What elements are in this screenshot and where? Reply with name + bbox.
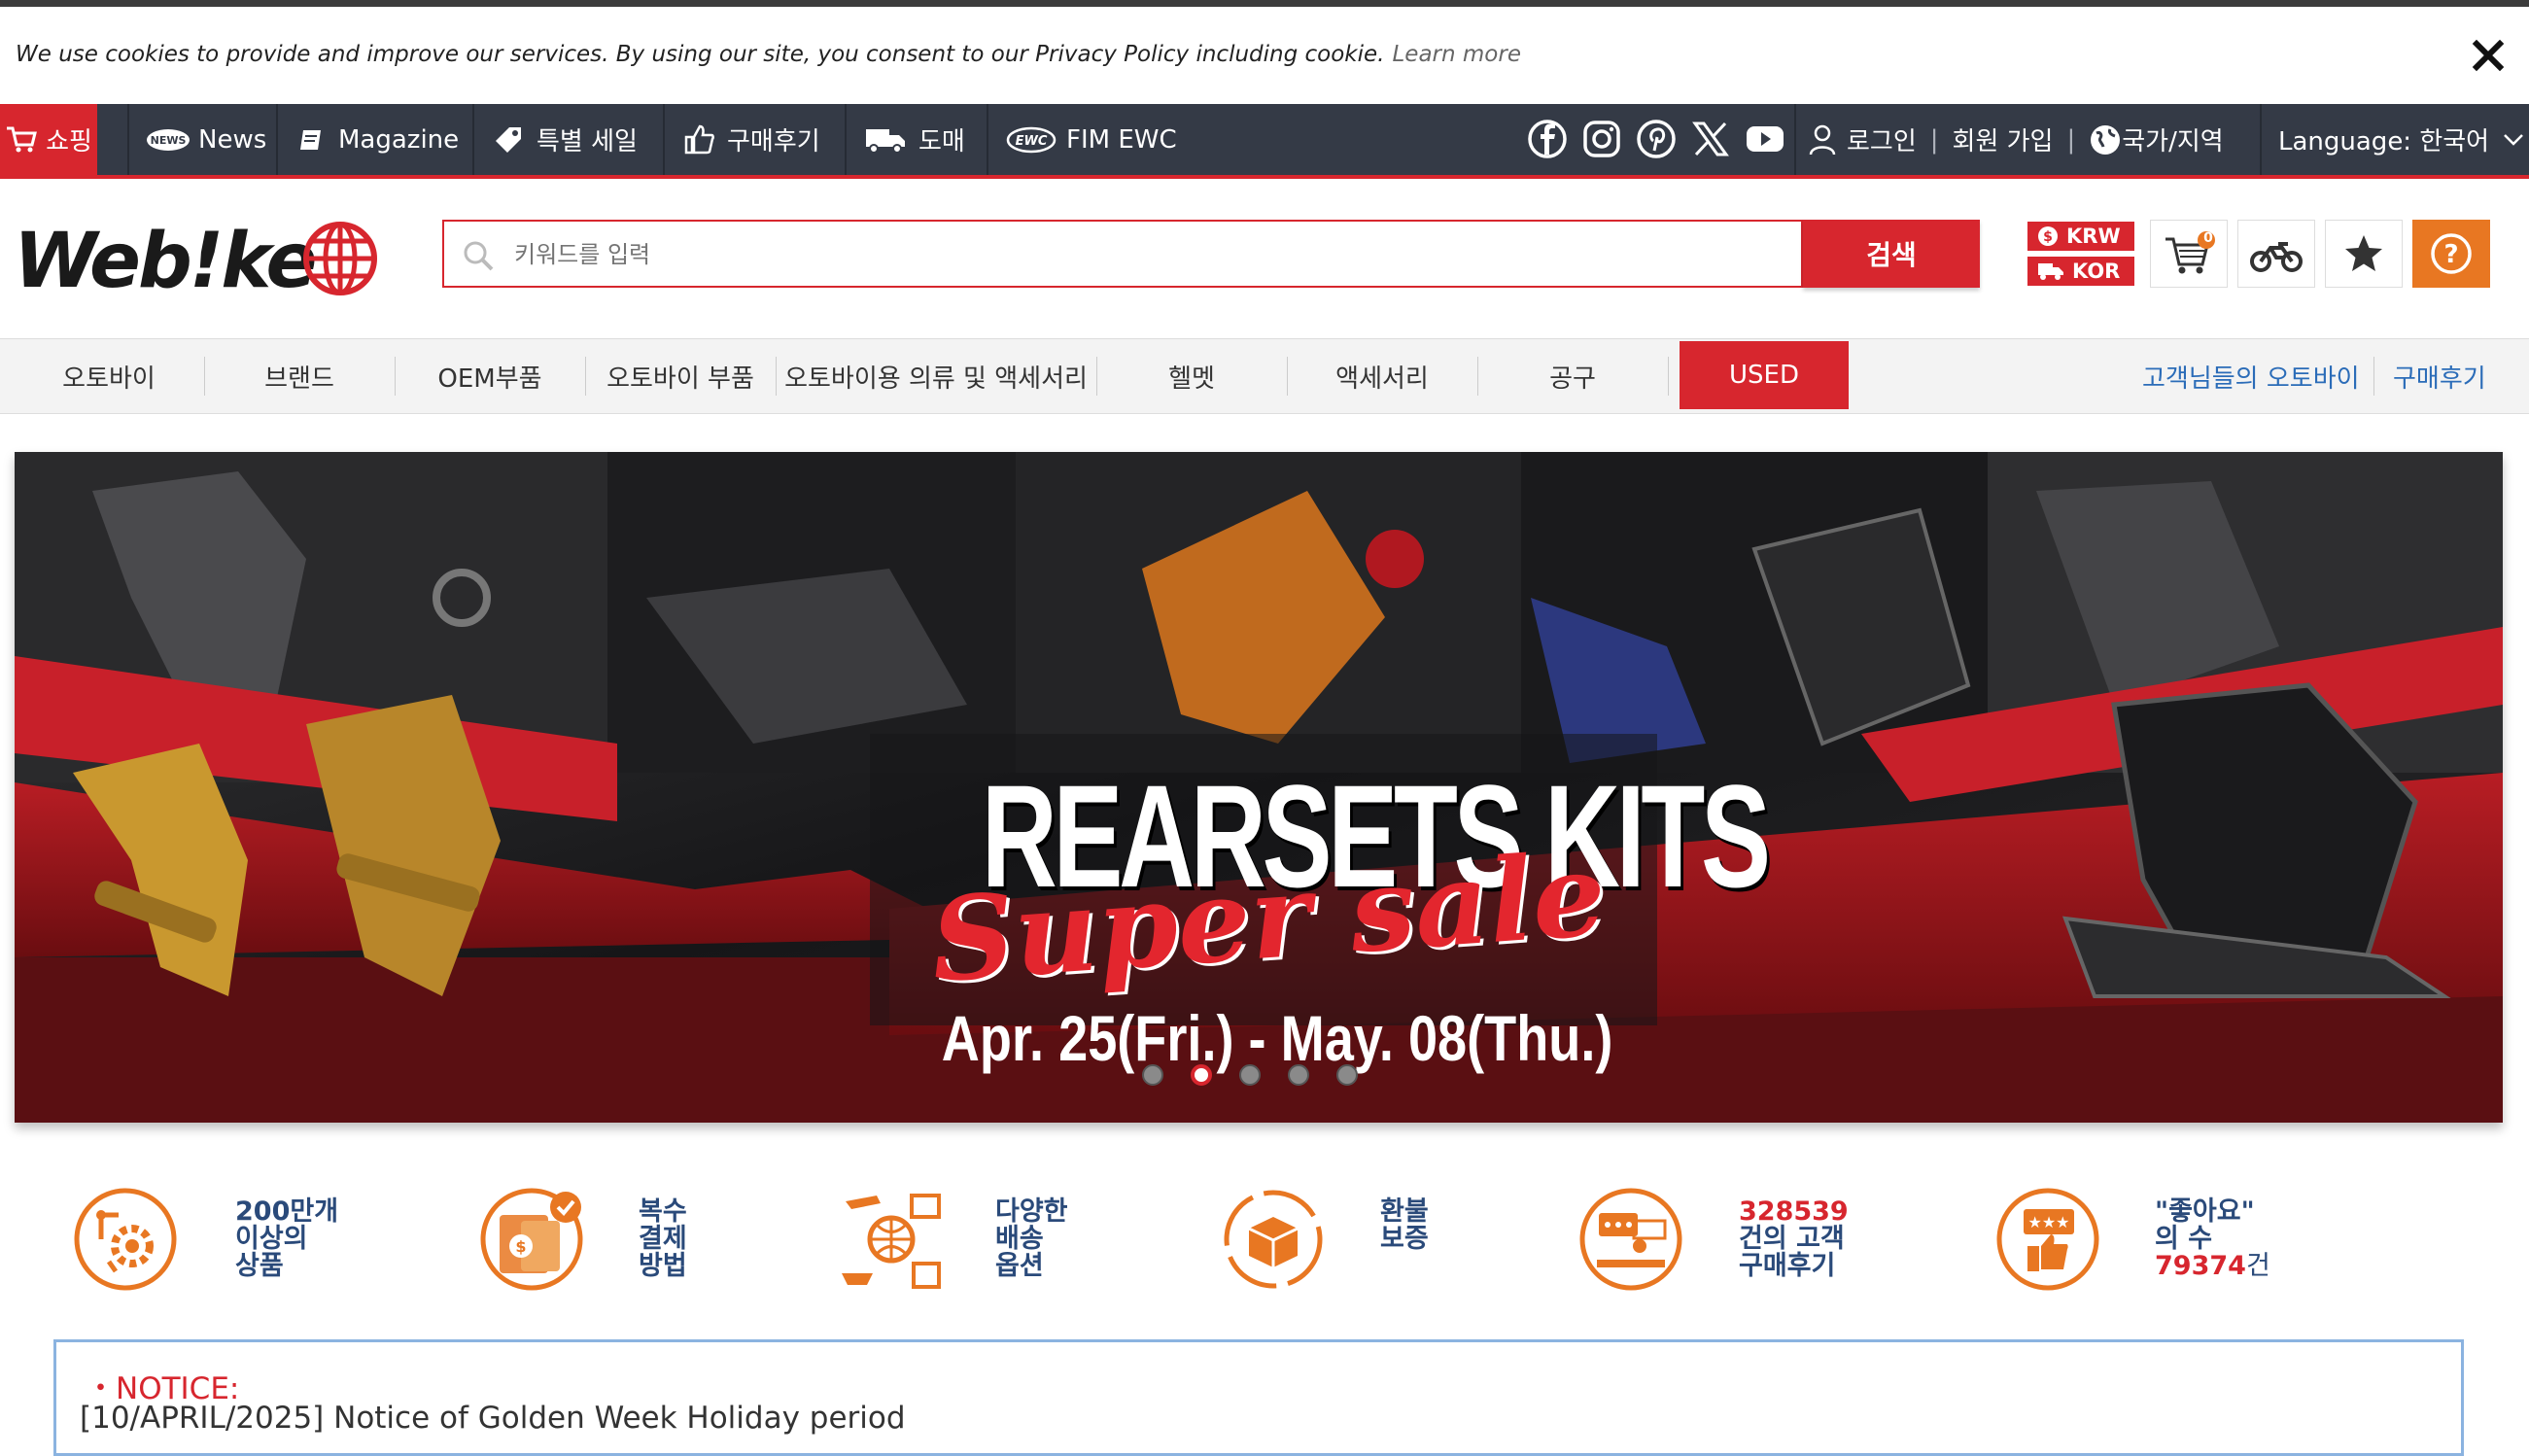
- category-divider: [1668, 357, 1669, 396]
- search-input[interactable]: [512, 231, 1780, 278]
- promo-banner[interactable]: REARSETS KITS Super sale Apr. 25(Fri.) -…: [15, 452, 2503, 1123]
- like-stars-icon: ★★★: [1996, 1188, 2099, 1291]
- top-border: [0, 0, 2529, 7]
- youtube-icon[interactable]: [1744, 118, 1786, 160]
- star-icon: [2345, 235, 2382, 271]
- purchase-reviews-link[interactable]: 구매후기: [2393, 339, 2486, 413]
- favorites-button[interactable]: [2325, 220, 2403, 288]
- svg-text:?: ?: [2443, 240, 2458, 269]
- signup-link[interactable]: 회원 가입: [1953, 121, 2054, 157]
- carousel-dots: [1142, 1064, 1358, 1086]
- customer-bikes-link[interactable]: 고객님들의 오토바이: [2142, 339, 2360, 413]
- shipping-icon: [842, 1194, 941, 1289]
- carousel-dot[interactable]: [1142, 1064, 1163, 1086]
- motorcycle-icon: [2250, 242, 2303, 272]
- instagram-icon[interactable]: [1580, 118, 1623, 160]
- close-icon[interactable]: [2469, 36, 2508, 75]
- svg-text:$: $: [515, 1237, 526, 1256]
- account-links: 로그인 | 회원 가입 | 국가/지역: [1808, 104, 2224, 175]
- carousel-dot-active[interactable]: [1191, 1064, 1212, 1086]
- cookie-bar: We use cookies to provide and improve ou…: [0, 7, 2529, 104]
- cart-button[interactable]: 0: [2150, 220, 2228, 288]
- thumbs-up-icon: [684, 124, 714, 154]
- delivery-truck-icon: [2038, 263, 2063, 280]
- search-button[interactable]: 검색: [1803, 220, 1980, 288]
- truck-icon: [866, 128, 905, 154]
- carousel-dot[interactable]: [1336, 1064, 1358, 1086]
- review-chat-icon: [1579, 1188, 1682, 1291]
- x-icon[interactable]: [1689, 118, 1732, 160]
- cart-icon: [7, 126, 37, 152]
- nav-divider: [1794, 104, 1796, 175]
- top-navigation: 쇼핑 NEWS News Magazine 특별 세일 구매후기 도매 EWC …: [0, 104, 2529, 179]
- cookie-learn-more-link[interactable]: Learn more: [1392, 42, 1521, 67]
- site-header: Web!ke 검색 $ KRW KOR 0: [0, 179, 2529, 338]
- webike-logo[interactable]: Web!ke: [14, 216, 383, 305]
- facebook-icon[interactable]: [1526, 118, 1569, 160]
- nav-divider: [987, 104, 988, 175]
- gear-parts-icon: [74, 1188, 177, 1291]
- currency-selector[interactable]: $ KRW: [2027, 222, 2134, 251]
- nav-news[interactable]: NEWS News: [146, 104, 266, 175]
- language-selector[interactable]: Language: 한국어: [2278, 104, 2524, 175]
- carousel-dot[interactable]: [1239, 1064, 1261, 1086]
- tag-icon: [496, 126, 521, 153]
- category-accessories[interactable]: 액세서리: [1287, 339, 1477, 413]
- pinterest-icon[interactable]: [1635, 118, 1678, 160]
- nav-wholesale[interactable]: 도매: [864, 104, 965, 175]
- region-selector[interactable]: 국가/지역: [2089, 121, 2224, 157]
- ewc-logo-icon: EWC: [1006, 126, 1057, 153]
- svg-text:★★★: ★★★: [2027, 1213, 2069, 1231]
- nav-divider: [845, 104, 847, 175]
- notice-link[interactable]: [10/APRIL/2025] Notice of Golden Week Ho…: [80, 1401, 906, 1436]
- payment-icon: $: [480, 1188, 583, 1291]
- category-tools[interactable]: 공구: [1477, 339, 1668, 413]
- nav-divider: [663, 104, 665, 175]
- carousel-dot[interactable]: [1288, 1064, 1309, 1086]
- svg-text:$: $: [2043, 229, 2053, 245]
- help-button[interactable]: ?: [2412, 220, 2490, 288]
- svg-text:EWC: EWC: [1016, 134, 1048, 149]
- nav-divider: [276, 104, 278, 175]
- login-link[interactable]: 로그인: [1847, 121, 1917, 157]
- shipping-country-selector[interactable]: KOR: [2027, 257, 2134, 286]
- nav-divider: [127, 104, 129, 175]
- search-box: [442, 220, 1803, 288]
- user-icon: [1809, 124, 1836, 155]
- nav-shopping[interactable]: 쇼핑: [0, 104, 97, 175]
- chevron-down-icon: [2504, 133, 2523, 146]
- nav-magazine[interactable]: Magazine: [297, 104, 459, 175]
- nav-divider: [2260, 104, 2262, 175]
- dollar-icon: $: [2038, 226, 2058, 246]
- globe-icon: [2091, 124, 2121, 155]
- magazine-icon: [300, 129, 321, 150]
- nav-divider: [472, 104, 474, 175]
- category-divider: [2373, 357, 2374, 396]
- news-icon: NEWS: [147, 128, 190, 151]
- notice-box: ・NOTICE: [10/APRIL/2025] Notice of Golde…: [53, 1339, 2464, 1456]
- category-apparel[interactable]: 오토바이용 의류 및 액세서리: [776, 339, 1096, 413]
- search-icon: [464, 241, 494, 271]
- banner-dates: Apr. 25(Fri.) - May. 08(Thu.): [941, 1002, 1613, 1074]
- category-helmet[interactable]: 헬멧: [1096, 339, 1287, 413]
- category-motorcycle[interactable]: 오토바이: [14, 339, 204, 413]
- category-navigation: 오토바이 브랜드 OEM부품 오토바이 부품 오토바이용 의류 및 액세서리 헬…: [0, 338, 2529, 414]
- cookie-message: We use cookies to provide and improve ou…: [16, 42, 1521, 67]
- category-brand[interactable]: 브랜드: [204, 339, 395, 413]
- nav-fim-ewc[interactable]: EWC FIM EWC: [1006, 104, 1177, 175]
- cart-count-badge: 0: [2203, 230, 2213, 246]
- category-oem-parts[interactable]: OEM부품: [395, 339, 585, 413]
- category-motorcycle-parts[interactable]: 오토바이 부품: [585, 339, 776, 413]
- my-bike-button[interactable]: [2237, 220, 2315, 288]
- nav-reviews[interactable]: 구매후기: [682, 104, 820, 175]
- refund-box-icon: [1224, 1190, 1323, 1289]
- help-icon: ?: [2431, 233, 2472, 274]
- svg-text:NEWS: NEWS: [151, 134, 187, 147]
- logo-globe-icon: [303, 222, 377, 295]
- nav-special-sale[interactable]: 특별 세일: [492, 104, 638, 175]
- category-used[interactable]: USED: [1680, 341, 1849, 409]
